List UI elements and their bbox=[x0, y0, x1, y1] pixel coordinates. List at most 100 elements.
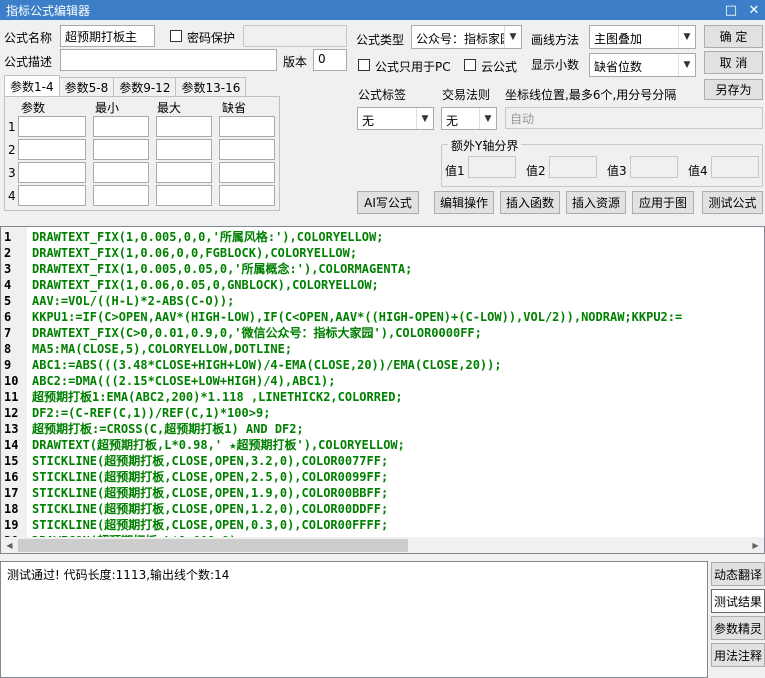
usage-notes-button[interactable]: 用法注释 bbox=[711, 643, 765, 667]
trade-select-value: 无 bbox=[446, 114, 459, 128]
param-1-max[interactable] bbox=[156, 116, 212, 137]
draw-select[interactable]: 主图叠加 ▼ bbox=[589, 25, 696, 49]
param-header-name: 参数 bbox=[21, 101, 46, 115]
code-line[interactable]: 11 超预期打板1:EMA(ABC2,200)*1.118 ,LINETHICK2… bbox=[1, 389, 761, 405]
dynamic-translate-button[interactable]: 动态翻译 bbox=[711, 562, 765, 586]
code-line[interactable]: 10 ABC2:=DMA(((2.15*CLOSE+LOW+HIGH)/4),AB… bbox=[1, 373, 761, 389]
tag-select[interactable]: 无 ▼ bbox=[357, 107, 434, 130]
y-val-2-input[interactable] bbox=[549, 156, 597, 178]
code-line[interactable]: 2 DRAWTEXT_FIX(1,0.06,0,0,FGBLOCK),COLORY… bbox=[1, 245, 761, 261]
param-3-name[interactable] bbox=[18, 162, 86, 183]
scrollbar-thumb[interactable] bbox=[18, 539, 408, 552]
code-text: STICKLINE(超预期打板,CLOSE,OPEN,1.9,0),COLOR0… bbox=[32, 486, 389, 500]
decimals-select[interactable]: 缺省位数 ▼ bbox=[589, 53, 696, 77]
close-button[interactable]: ✕ bbox=[743, 0, 765, 20]
param-1-name[interactable] bbox=[18, 116, 86, 137]
line-number: 2 bbox=[4, 246, 12, 260]
param-3-max[interactable] bbox=[156, 162, 212, 183]
chevron-down-icon: ▼ bbox=[678, 54, 695, 76]
y-val-4-input[interactable] bbox=[711, 156, 759, 178]
y-val-1-input[interactable] bbox=[468, 156, 516, 178]
param-1-min[interactable] bbox=[93, 116, 149, 137]
code-line[interactable]: 13 超预期打板:=CROSS(C,超预期打板1) AND DF2; bbox=[1, 421, 761, 437]
code-line[interactable]: 18 STICKLINE(超预期打板,CLOSE,OPEN,1.2,0),COLO… bbox=[1, 501, 761, 517]
code-text: DRAWTEXT_FIX(C>0,0.01,0.9,0,'微信公众号：指标大家园… bbox=[32, 326, 482, 340]
code-line[interactable]: 4 DRAWTEXT_FIX(1,0.06,0.05,0,GNBLOCK),COL… bbox=[1, 277, 761, 293]
line-number: 19 bbox=[4, 518, 19, 532]
trade-select[interactable]: 无 ▼ bbox=[441, 107, 497, 130]
y-val-3-input[interactable] bbox=[630, 156, 678, 178]
code-line[interactable]: 16 STICKLINE(超预期打板,CLOSE,OPEN,2.5,0),COLO… bbox=[1, 469, 761, 485]
test-result-button[interactable]: 测试结果 bbox=[711, 589, 765, 613]
coord-input[interactable]: 自动 bbox=[505, 107, 763, 129]
save-as-button[interactable]: 另存为 bbox=[704, 79, 763, 100]
code-text: DRAWTEXT_FIX(1,0.06,0.05,0,GNBLOCK),COLO… bbox=[32, 278, 379, 292]
tab-params-9-12[interactable]: 参数9-12 bbox=[113, 77, 177, 97]
output-pane[interactable]: 测试通过! 代码长度:1113,输出线个数:14 bbox=[0, 561, 708, 678]
param-3-min[interactable] bbox=[93, 162, 149, 183]
version-input[interactable]: 0 bbox=[313, 49, 347, 71]
type-select[interactable]: 公众号：指标家园 ▼ bbox=[411, 25, 522, 49]
line-number: 16 bbox=[4, 470, 19, 484]
code-line[interactable]: 14 DRAWTEXT(超预期打板,L*0.98,' ★超预期打板'),COLOR… bbox=[1, 437, 761, 453]
param-3-default[interactable] bbox=[219, 162, 275, 183]
line-number: 11 bbox=[4, 390, 19, 404]
code-line[interactable]: 12 DF2:=(C-REF(C,1))/REF(C,1)*100>9; bbox=[1, 405, 761, 421]
code-line[interactable]: 8 MA5:MA(CLOSE,5),COLORYELLOW,DOTLINE; bbox=[1, 341, 761, 357]
test-formula-button[interactable]: 测试公式 bbox=[702, 191, 763, 214]
code-line[interactable]: 3 DRAWTEXT_FIX(1,0.005,0.05,0,'所属概念:'),CO… bbox=[1, 261, 761, 277]
param-4-max[interactable] bbox=[156, 185, 212, 206]
code-text: 超预期打板1:EMA(ABC2,200)*1.118 ,LINETHICK2,C… bbox=[32, 390, 403, 404]
code-text: KKPU1:=IF(C>OPEN,AAV*(HIGH-LOW),IF(C<OPE… bbox=[32, 310, 683, 324]
code-line[interactable]: 9 ABC1:=ABS(((3.48*CLOSE+HIGH+LOW)/4-EMA(… bbox=[1, 357, 761, 373]
param-4-min[interactable] bbox=[93, 185, 149, 206]
code-line[interactable]: 1 DRAWTEXT_FIX(1,0.005,0,0,'所属风格:'),COLOR… bbox=[1, 229, 761, 245]
param-2-default[interactable] bbox=[219, 139, 275, 160]
code-editor[interactable]: 1 DRAWTEXT_FIX(1,0.005,0,0,'所属风格:'),COLOR… bbox=[0, 226, 765, 554]
pc-only-checkbox[interactable] bbox=[358, 59, 370, 71]
param-row-3: 3 bbox=[8, 166, 16, 180]
code-line[interactable]: 15 STICKLINE(超预期打板,CLOSE,OPEN,3.2,0),COLO… bbox=[1, 453, 761, 469]
param-1-default[interactable] bbox=[219, 116, 275, 137]
code-text: DRAWTEXT_FIX(1,0.005,0.05,0,'所属概念:'),COL… bbox=[32, 262, 413, 276]
cloud-label: 云公式 bbox=[481, 60, 518, 74]
ai-write-button[interactable]: AI写公式 bbox=[357, 191, 419, 214]
name-label: 公式名称 bbox=[4, 31, 53, 45]
line-number: 9 bbox=[4, 358, 12, 372]
code-text: STICKLINE(超预期打板,CLOSE,OPEN,1.2,0),COLOR0… bbox=[32, 502, 389, 516]
edit-ops-button[interactable]: 编辑操作 bbox=[434, 191, 494, 214]
cloud-checkbox[interactable] bbox=[464, 59, 476, 71]
param-wizard-button[interactable]: 参数精灵 bbox=[711, 616, 765, 640]
horizontal-scrollbar[interactable]: ◀ ▶ bbox=[1, 537, 764, 553]
line-number: 3 bbox=[4, 262, 12, 276]
insert-function-button[interactable]: 插入函数 bbox=[500, 191, 560, 214]
desc-input[interactable] bbox=[60, 49, 277, 71]
insert-resource-button[interactable]: 插入资源 bbox=[566, 191, 626, 214]
param-2-max[interactable] bbox=[156, 139, 212, 160]
apply-to-chart-button[interactable]: 应用于图 bbox=[632, 191, 694, 214]
y-axis-label: 额外Y轴分界 bbox=[448, 137, 522, 154]
code-line[interactable]: 17 STICKLINE(超预期打板,CLOSE,OPEN,1.9,0),COLO… bbox=[1, 485, 761, 501]
code-line[interactable]: 7 DRAWTEXT_FIX(C>0,0.01,0.9,0,'微信公众号：指标大家… bbox=[1, 325, 761, 341]
line-number: 1 bbox=[4, 230, 12, 244]
tab-params-13-16[interactable]: 参数13-16 bbox=[175, 77, 247, 97]
scroll-left-icon[interactable]: ◀ bbox=[1, 537, 18, 553]
name-input[interactable]: 超预期打板主 bbox=[60, 25, 155, 47]
password-input[interactable] bbox=[243, 25, 347, 47]
tab-params-5-8[interactable]: 参数5-8 bbox=[58, 77, 115, 97]
scroll-right-icon[interactable]: ▶ bbox=[747, 537, 764, 553]
code-line[interactable]: 19 STICKLINE(超预期打板,CLOSE,OPEN,0.3,0),COLO… bbox=[1, 517, 761, 533]
code-text: DRAWTEXT_FIX(1,0.06,0,0,FGBLOCK),COLORYE… bbox=[32, 246, 358, 260]
param-4-default[interactable] bbox=[219, 185, 275, 206]
code-line[interactable]: 6 KKPU1:=IF(C>OPEN,AAV*(HIGH-LOW),IF(C<OP… bbox=[1, 309, 761, 325]
maximize-button[interactable]: □ bbox=[720, 0, 742, 20]
param-tabs: 参数1-4 参数5-8 参数9-12 参数13-16 bbox=[4, 75, 247, 97]
param-2-min[interactable] bbox=[93, 139, 149, 160]
param-2-name[interactable] bbox=[18, 139, 86, 160]
code-line[interactable]: 5 AAV:=VOL/((H-L)*2-ABS(C-O)); bbox=[1, 293, 761, 309]
password-checkbox[interactable] bbox=[170, 30, 182, 42]
param-4-name[interactable] bbox=[18, 185, 86, 206]
tab-params-1-4[interactable]: 参数1-4 bbox=[4, 75, 60, 97]
ok-button[interactable]: 确 定 bbox=[704, 25, 763, 48]
cancel-button[interactable]: 取 消 bbox=[704, 51, 763, 74]
